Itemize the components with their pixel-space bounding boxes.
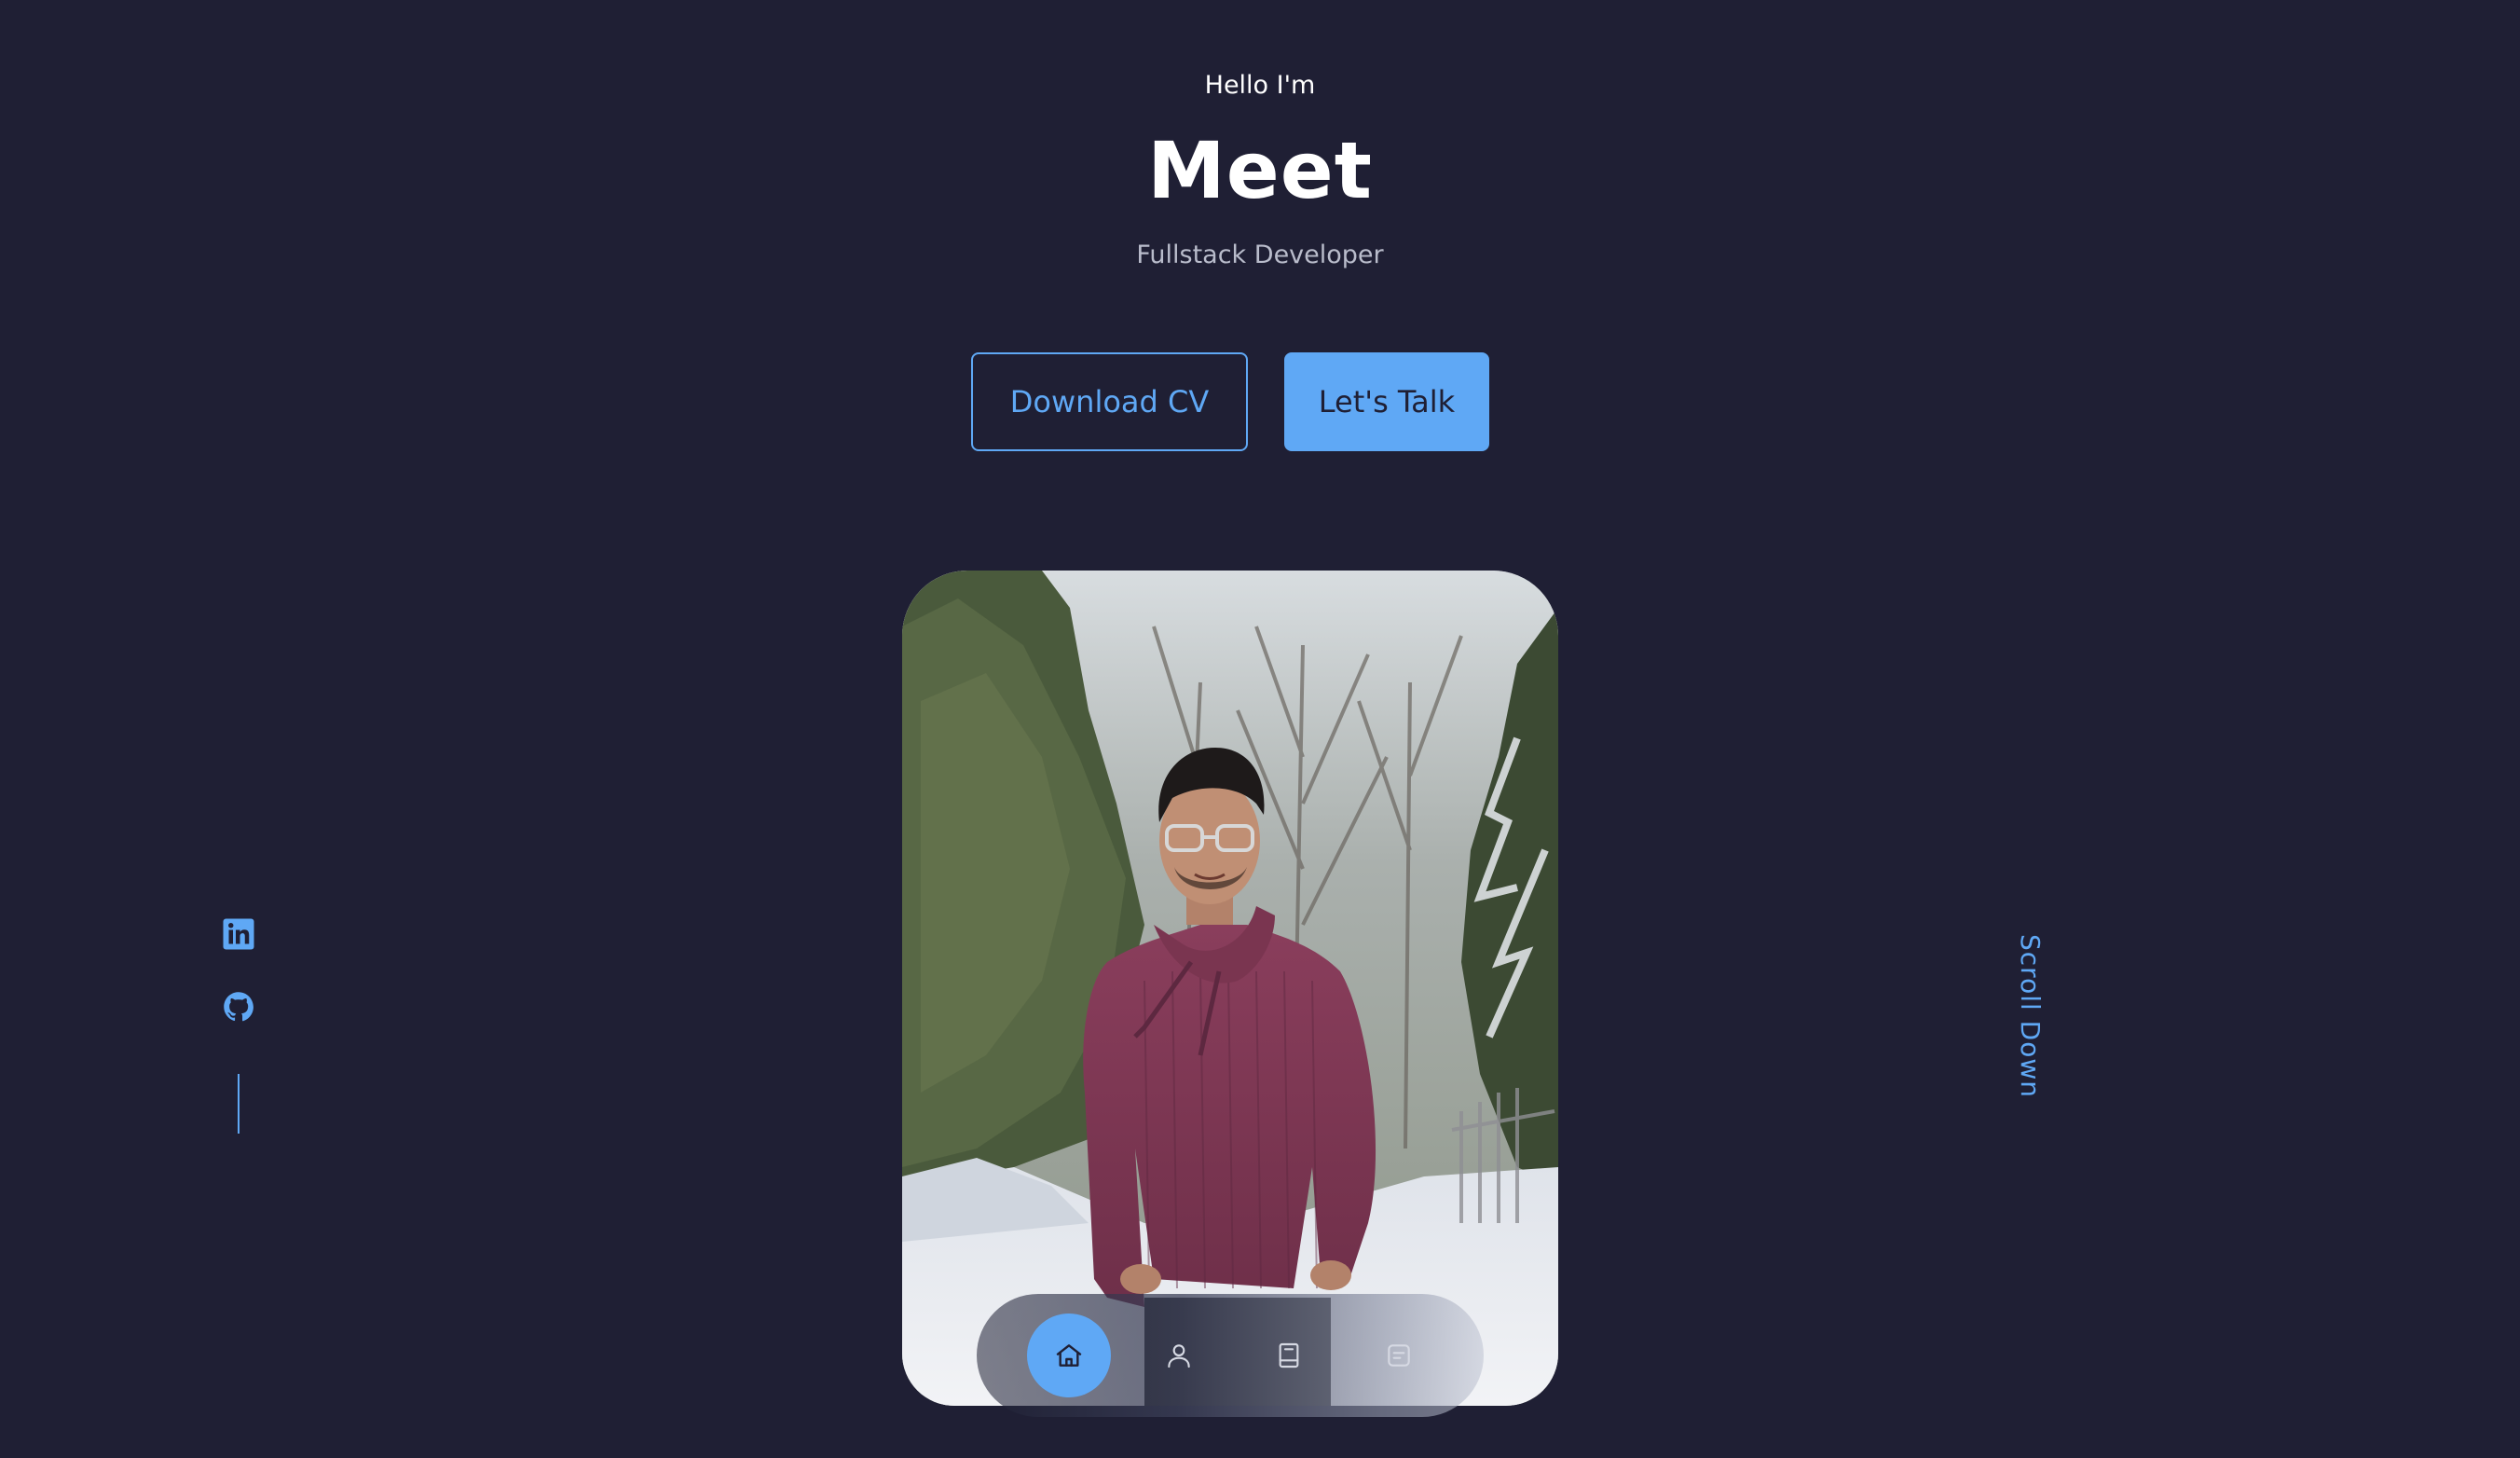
nav-contact[interactable] [1357,1314,1441,1397]
bottom-nav-bar [977,1294,1484,1417]
scroll-down-link[interactable]: Scroll Down [2015,934,2046,1098]
download-cv-button[interactable]: Download CV [971,352,1248,451]
profile-photo-illustration [902,571,1558,1406]
nav-experience[interactable] [1247,1314,1331,1397]
home-icon [1056,1344,1082,1367]
message-icon [1388,1344,1410,1367]
hero-name: Meet [1147,125,1373,216]
nav-about[interactable] [1137,1314,1221,1397]
profile-photo [902,571,1558,1406]
user-icon [1168,1344,1190,1369]
hero-role: Fullstack Developer [1136,241,1384,269]
greeting-text: Hello I'm [1204,71,1316,100]
social-divider-line [238,1074,240,1134]
github-icon[interactable] [222,990,255,1024]
nav-home[interactable] [1027,1314,1111,1397]
hero-section: Hello I'm Meet Fullstack Developer Downl… [0,0,2520,1458]
lets-talk-button[interactable]: Let's Talk [1284,352,1489,451]
book-icon [1279,1342,1299,1369]
linkedin-icon[interactable] [222,917,255,951]
social-links [220,917,257,1134]
